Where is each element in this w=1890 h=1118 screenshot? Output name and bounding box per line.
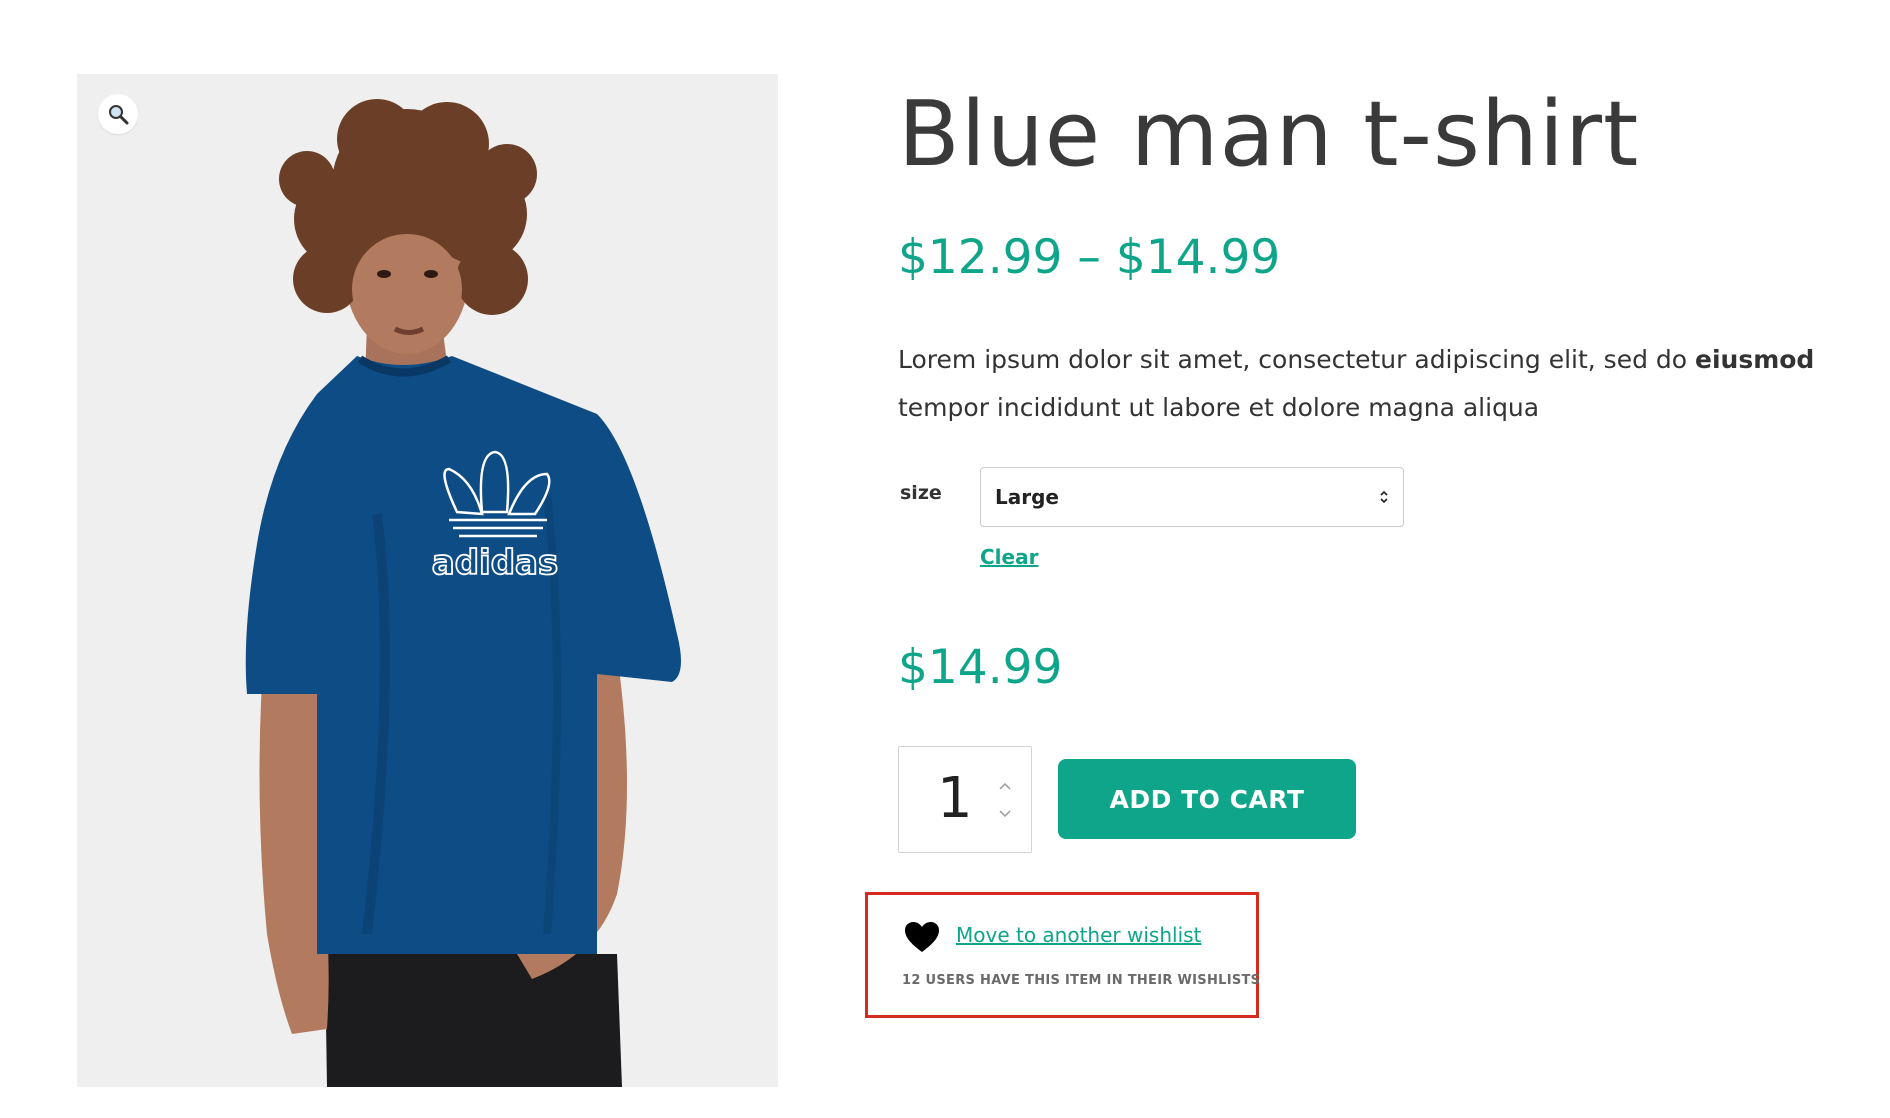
chevron-up-down-icon xyxy=(1380,490,1388,504)
size-select[interactable]: Large xyxy=(980,467,1404,527)
wishlist-highlight: Move to another wishlist 12 USERS HAVE T… xyxy=(865,892,1261,1018)
product-page: adidas Blue man t-shirt $12.99 – $14.99 … xyxy=(0,0,1890,1118)
size-label: size xyxy=(900,482,942,504)
zoom-button[interactable] xyxy=(98,94,138,134)
product-title: Blue man t-shirt xyxy=(898,82,1640,187)
magnifier-icon xyxy=(109,105,129,125)
product-photo: adidas xyxy=(77,74,778,1087)
product-summary: Blue man t-shirt $12.99 – $14.99 Lorem i… xyxy=(865,80,1838,1018)
description-text: Lorem ipsum dolor sit amet, consectetur … xyxy=(898,345,1695,374)
quantity-stepper[interactable]: 1 xyxy=(898,746,1032,853)
clear-link[interactable]: Clear xyxy=(980,545,1038,569)
chevron-up-icon[interactable] xyxy=(997,781,1013,793)
product-description: Lorem ipsum dolor sit amet, consectetur … xyxy=(898,336,1838,432)
brand-logo-text: adidas xyxy=(432,543,558,583)
description-bold: eiusmod xyxy=(1695,345,1815,374)
add-to-cart-button[interactable]: ADD TO CART xyxy=(1058,759,1356,839)
size-selected-value: Large xyxy=(995,485,1059,509)
price-range: $12.99 – $14.99 xyxy=(898,230,1281,285)
description-text-end: tempor incididunt ut labore et dolore ma… xyxy=(898,393,1540,422)
variation-price: $14.99 xyxy=(898,640,1063,695)
heart-icon[interactable] xyxy=(904,921,940,953)
chevron-down-icon[interactable] xyxy=(997,807,1013,819)
quantity-input[interactable]: 1 xyxy=(937,769,973,829)
product-gallery: adidas xyxy=(77,74,778,1087)
move-wishlist-link[interactable]: Move to another wishlist xyxy=(956,923,1201,947)
wishlist-count: 12 USERS HAVE THIS ITEM IN THEIR WISHLIS… xyxy=(902,973,1261,988)
